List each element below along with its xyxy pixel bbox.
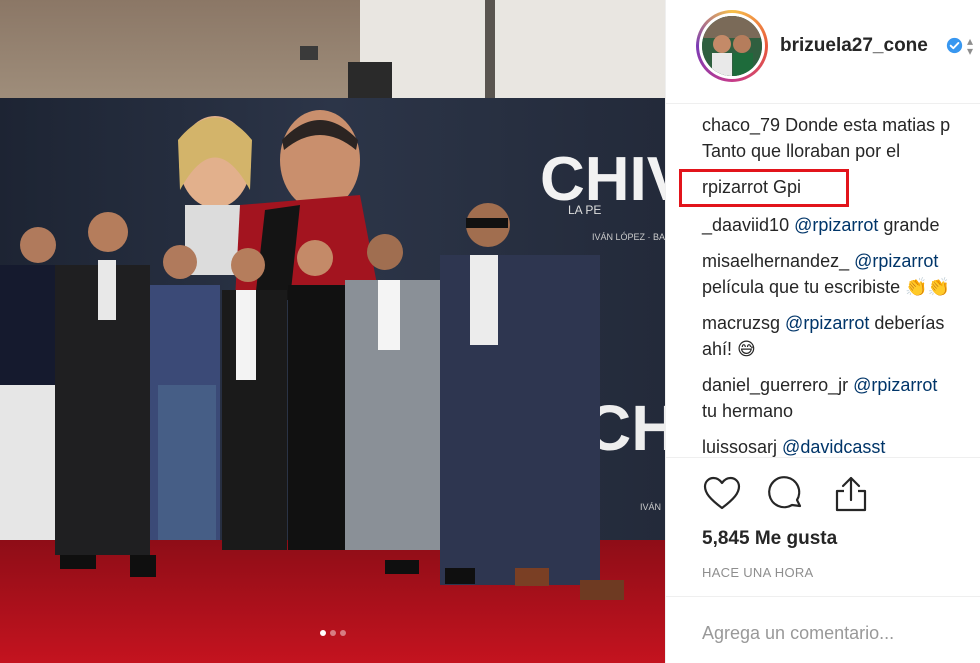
comment-item: misaelhernandez_ @rpizarrot película que… bbox=[702, 248, 980, 310]
poster-title-top: CHIV bbox=[540, 145, 665, 214]
comment-text: Donde esta matias p bbox=[785, 115, 951, 135]
carousel-dots[interactable] bbox=[0, 630, 665, 636]
comment-text-line2: película que tu escribiste 👏👏 bbox=[702, 277, 950, 297]
comment-bubble-icon[interactable] bbox=[766, 474, 806, 514]
avatar[interactable] bbox=[696, 10, 768, 82]
add-comment-input[interactable]: Agrega un comentario... bbox=[702, 623, 894, 644]
poster-credits: IVÁN LÓPEZ · BARBA bbox=[592, 232, 665, 242]
comment-item: chaco_79 Donde esta matias p Tanto que l… bbox=[702, 112, 980, 164]
comment-mention[interactable]: @davidcasst bbox=[782, 437, 885, 457]
carousel-dot-2[interactable] bbox=[329, 630, 336, 636]
post-details-panel: brizuela27_cone ▴ ▾ chaco_79 Donde esta m… bbox=[665, 0, 980, 663]
actions-divider bbox=[666, 457, 980, 458]
carousel-dot-3[interactable] bbox=[339, 630, 346, 636]
post-username[interactable]: brizuela27_cone bbox=[780, 35, 928, 57]
comment-author[interactable]: macruzsg bbox=[702, 313, 780, 333]
verified-badge-icon bbox=[946, 37, 963, 54]
comments-list: chaco_79 Donde esta matias p Tanto que l… bbox=[702, 112, 980, 464]
poster-subtitle: LA PE bbox=[568, 203, 601, 217]
comment-author[interactable]: daniel_guerrero_jr bbox=[702, 375, 848, 395]
carousel-dot-1[interactable] bbox=[319, 630, 326, 636]
comment-mention[interactable]: @rpizarrot bbox=[854, 251, 938, 271]
comment-text-line2: tu hermano bbox=[702, 401, 794, 421]
likes-count[interactable]: 5,845 Me gusta bbox=[702, 528, 837, 550]
comment-author[interactable]: _daaviid10 bbox=[702, 215, 789, 235]
share-icon[interactable] bbox=[831, 474, 871, 514]
comment-item: _daaviid10 @rpizarrot grande bbox=[702, 212, 980, 248]
add-comment-divider bbox=[666, 596, 980, 597]
heart-icon[interactable] bbox=[702, 474, 742, 514]
post-header: brizuela27_cone ▴ ▾ bbox=[666, 0, 980, 104]
comment-author[interactable]: chaco_79 bbox=[702, 115, 780, 135]
comment-text: grande bbox=[883, 215, 940, 235]
comment-text: deberías bbox=[874, 313, 945, 333]
comment-text-line2: ahí! 😅 bbox=[702, 339, 756, 359]
comment-item: luissosarj @davidcasst bbox=[702, 434, 980, 464]
comment-mention[interactable]: @rpizarrot bbox=[785, 313, 869, 333]
post-photo[interactable]: CHIV LA PE IVÁN LÓPEZ · BARBA CHIV IVÁN bbox=[0, 0, 665, 663]
chevron-updown-icon[interactable]: ▴ ▾ bbox=[967, 35, 973, 57]
avatar-photo-graphic bbox=[702, 16, 762, 76]
comment-item: macruzsg @rpizarrot deberías ahí! 😅 bbox=[702, 310, 980, 372]
comment-author[interactable]: misaelhernandez_ bbox=[702, 251, 849, 271]
poster-credits-bottom: IVÁN bbox=[640, 502, 661, 512]
highlight-box bbox=[679, 169, 849, 207]
post-timestamp[interactable]: HACE UNA HORA bbox=[702, 565, 814, 580]
post-actions bbox=[702, 474, 891, 514]
comment-mention[interactable]: @rpizarrot bbox=[794, 215, 878, 235]
event-photo-graphic: CHIV LA PE IVÁN LÓPEZ · BARBA CHIV IVÁN bbox=[0, 0, 665, 663]
comment-text-line2: Tanto que lloraban por el bbox=[702, 141, 901, 161]
comment-mention[interactable]: @rpizarrot bbox=[853, 375, 937, 395]
comment-item: daniel_guerrero_jr @rpizarrot tu hermano bbox=[702, 372, 980, 434]
comment-author[interactable]: luissosarj bbox=[702, 437, 777, 457]
